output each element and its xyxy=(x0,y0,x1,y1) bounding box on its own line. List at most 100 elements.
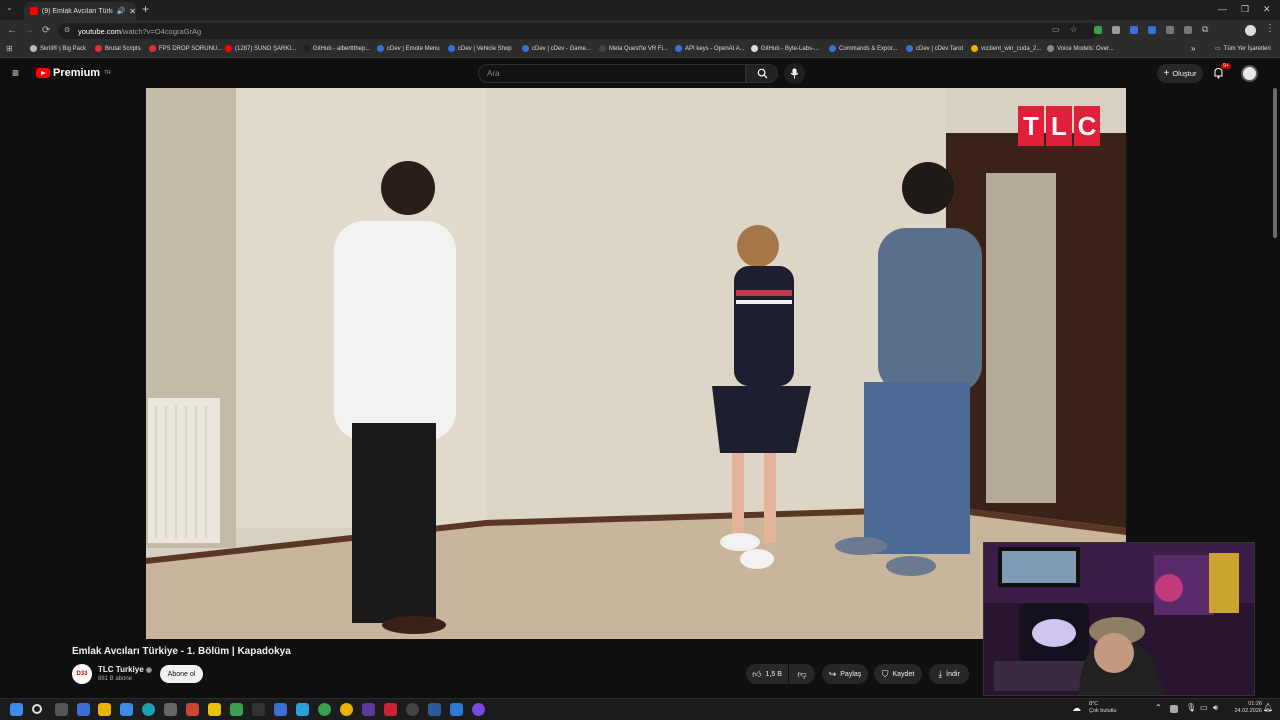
back-icon[interactable]: ← xyxy=(7,25,17,36)
app-icon-yellow[interactable] xyxy=(208,703,221,716)
bookmark-item[interactable]: API keys - OpenAI A... xyxy=(675,45,745,52)
chrome-icon[interactable] xyxy=(340,703,353,716)
like-button[interactable]: 👍︎ 1,5 B xyxy=(746,664,788,684)
widgets-icon[interactable] xyxy=(77,703,90,716)
cast-icon[interactable]: ▭ xyxy=(1052,25,1060,34)
app-icon-blue-a[interactable] xyxy=(428,703,441,716)
bookmark-item[interactable]: cDev | cDev - Game... xyxy=(522,45,591,52)
tray-chevron-icon[interactable]: ⌃ xyxy=(1155,703,1162,712)
weather-widget[interactable]: 8°C Çok bulutlu xyxy=(1089,701,1117,715)
extensions-puzzle-icon[interactable]: ⧉ xyxy=(1202,24,1208,35)
bookmark-item[interactable]: cDev | Vehicle Shop xyxy=(448,45,512,52)
restore-icon[interactable]: ❐ xyxy=(1241,4,1249,15)
profile-avatar[interactable] xyxy=(1245,25,1256,36)
browser-menu-icon[interactable]: ⋮ xyxy=(1265,23,1275,34)
bookmark-item[interactable]: Commands & Expor... xyxy=(829,45,897,52)
new-tab-button[interactable]: + xyxy=(142,2,149,16)
xbox-icon[interactable] xyxy=(230,703,243,716)
app-icon-blue[interactable] xyxy=(274,703,287,716)
notifications-button[interactable]: 9+ xyxy=(1213,63,1231,84)
weather-temp: 8°C xyxy=(1089,701,1099,707)
edge-icon[interactable] xyxy=(142,703,155,716)
extension-icon-blue-2[interactable] xyxy=(1148,26,1156,34)
share-button[interactable]: ↪ Paylaş xyxy=(822,664,868,684)
save-button[interactable]: ⛉ Kaydet xyxy=(874,664,922,684)
minimize-icon[interactable]: — xyxy=(1218,4,1227,14)
notification-badge: 9+ xyxy=(1221,63,1231,69)
terminal-icon[interactable] xyxy=(252,703,265,716)
whatsapp-icon[interactable] xyxy=(318,703,331,716)
extension-icon-green[interactable] xyxy=(1094,26,1102,34)
file-explorer-icon[interactable] xyxy=(98,703,111,716)
extension-icon-blue[interactable] xyxy=(1130,26,1138,34)
extension-icon-shield[interactable] xyxy=(1112,26,1120,34)
bookmark-item[interactable]: FPS DROP SORUNU... xyxy=(149,45,222,52)
notification-center-icon[interactable]: 🔔︎ xyxy=(1263,703,1273,712)
youtube-play-icon xyxy=(36,68,50,78)
bookmark-item[interactable]: cDev | Emote Menu xyxy=(377,45,440,52)
forward-icon[interactable]: → xyxy=(24,25,34,36)
weather-icon[interactable]: ☁ xyxy=(1072,703,1081,714)
bookmark-favicon-icon xyxy=(448,45,455,52)
channel-name[interactable]: TLC Turkiye ◉ xyxy=(98,665,152,674)
bookmark-item[interactable]: GitHub - Byte-Labs-... xyxy=(751,45,819,52)
bookmark-item[interactable]: Brutal Scripts xyxy=(95,45,141,52)
extension-icon-v[interactable] xyxy=(1184,26,1192,34)
vscode-icon[interactable] xyxy=(450,703,463,716)
account-avatar[interactable] xyxy=(1241,65,1258,82)
tray-app-icon[interactable] xyxy=(1170,705,1178,713)
network-icon[interactable]: ▭ xyxy=(1200,703,1208,712)
telegram-icon[interactable] xyxy=(296,703,309,716)
browser-tab-active[interactable]: (9) Emlak Avcıları Türkiye - 🔊 ✕ xyxy=(24,2,136,20)
more-bookmarks-icon[interactable]: » xyxy=(1191,44,1195,53)
tab-title: (9) Emlak Avcıları Türkiye - xyxy=(41,7,113,15)
youtube-header: ≡ Premium TR Ara + Oluştur 9+ xyxy=(0,58,1280,88)
dislike-button[interactable]: 👎︎ xyxy=(789,664,815,684)
channel-avatar[interactable]: D33 xyxy=(72,664,92,684)
mail-icon[interactable] xyxy=(120,703,133,716)
voice-search-button[interactable] xyxy=(784,63,805,84)
tab-close-icon[interactable]: ✕ xyxy=(129,7,136,16)
reload-icon[interactable]: ⟳ xyxy=(42,25,50,36)
all-bookmarks-folder[interactable]: ▭ Tüm Yer İşaretleri xyxy=(1215,45,1271,53)
bookmark-item[interactable]: cDev | cDev Tarot xyxy=(906,45,963,52)
microphone-tray-icon[interactable]: 🎙︎ xyxy=(1186,703,1196,712)
extension-icon-k[interactable] xyxy=(1166,26,1174,34)
site-info-icon[interactable]: ⚙ xyxy=(64,26,70,34)
app-icon-dark[interactable] xyxy=(406,703,419,716)
windows-start-icon[interactable] xyxy=(10,703,23,716)
clock-date: 24.02.2026 xyxy=(1234,708,1262,714)
bookmark-item[interactable]: Skrill® | Big Pack xyxy=(30,45,86,52)
volume-icon[interactable]: 🔊︎ xyxy=(1213,703,1218,713)
address-bar[interactable]: ⚙ youtube.com/watch?v=O4cograGrAg ▭ ☆ xyxy=(58,23,1098,39)
search-input[interactable]: Ara xyxy=(478,64,746,83)
search-icon[interactable] xyxy=(32,704,42,714)
bookmark-item[interactable]: (1287) SUNO ŞARKI... xyxy=(225,45,296,52)
task-view-icon[interactable] xyxy=(55,703,68,716)
youtube-logo[interactable]: Premium TR xyxy=(36,67,111,79)
app-icon-purple[interactable] xyxy=(362,703,375,716)
bookmark-item[interactable]: Meta Quest'te VR Fi... xyxy=(599,45,668,52)
create-button[interactable]: + Oluştur xyxy=(1157,64,1203,83)
store-icon[interactable] xyxy=(164,703,177,716)
subscribe-button[interactable]: Abone ol xyxy=(160,665,203,683)
calendar-icon[interactable] xyxy=(186,703,199,716)
video-player[interactable]: T L C xyxy=(146,88,1126,639)
hamburger-menu-icon[interactable]: ≡ xyxy=(12,66,19,80)
apps-grid-icon[interactable]: ⊞ xyxy=(6,44,13,53)
url-path: /watch?v=O4cograGrAg xyxy=(120,26,202,36)
app-icon-violet[interactable] xyxy=(472,703,485,716)
tab-list-icon[interactable]: ⌄ xyxy=(6,3,13,12)
speaker-icon[interactable]: 🔊 xyxy=(117,7,126,15)
bookmark-favicon-icon xyxy=(30,45,37,52)
system-clock[interactable]: 01:26 24.02.2026 xyxy=(1228,701,1262,715)
bookmark-item[interactable]: GitHub - alberttthep... xyxy=(303,45,370,52)
app-icon-red[interactable] xyxy=(384,703,397,716)
bookmark-item[interactable]: vcclient_win_cuda_2... xyxy=(971,45,1041,52)
search-button[interactable] xyxy=(746,64,778,83)
page-scrollbar[interactable] xyxy=(1273,88,1277,238)
download-button[interactable]: ⤓ İndir xyxy=(929,664,969,684)
close-window-icon[interactable]: ✕ xyxy=(1263,4,1271,15)
bookmark-star-icon[interactable]: ☆ xyxy=(1070,25,1077,34)
bookmark-item[interactable]: Voice Models: Over... xyxy=(1047,45,1114,52)
